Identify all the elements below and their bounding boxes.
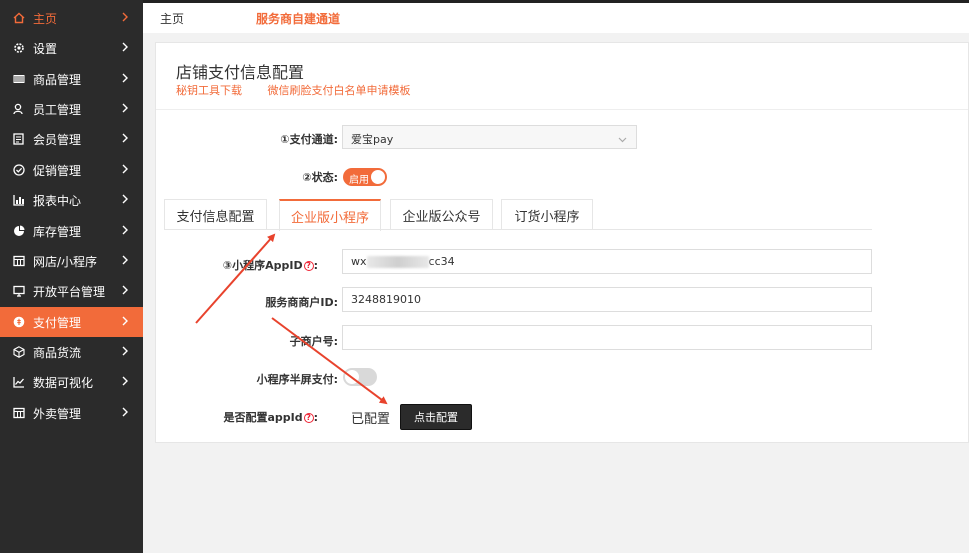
breadcrumb-current[interactable]: 服务商自建通道: [256, 10, 340, 27]
sidebar-item-data-visualization[interactable]: 数据可视化: [0, 367, 143, 397]
toggle-knob: [345, 370, 359, 384]
sidebar-item-label: 报表中心: [33, 193, 82, 208]
sidebar-item-home[interactable]: 主页: [0, 3, 143, 33]
chevron-right-icon: [121, 224, 131, 238]
bar-chart-icon: [12, 193, 26, 207]
whitelist-template-link[interactable]: 微信刷脸支付白名单申请模板: [268, 84, 411, 97]
payment-channel-select[interactable]: 爱宝pay: [342, 125, 637, 149]
cube-icon: [12, 345, 26, 359]
payment-channel-value: 爱宝pay: [351, 133, 394, 146]
sidebar-item-label: 设置: [33, 41, 58, 56]
chevron-right-icon: [121, 284, 131, 298]
monitor-icon: [12, 284, 26, 298]
sidebar: 主页 设置 商品管理 员工管理 会员管理 促销管理 报表中心 库存管理 网店/小: [0, 0, 143, 553]
redacted-blur: [366, 256, 429, 268]
appid-prefix: wx: [351, 255, 367, 268]
panel-links: 秘钥工具下载 微信刷脸支付白名单申请模板: [176, 82, 433, 98]
payment-config-panel: 店铺支付信息配置 秘钥工具下载 微信刷脸支付白名单申请模板 ①支付通道: 爱宝p…: [155, 42, 969, 443]
chevron-right-icon: [121, 41, 131, 55]
chevron-right-icon: [121, 132, 131, 146]
tab-enterprise-miniprogram[interactable]: 企业版小程序: [279, 199, 381, 231]
merchant-id-label: 服务商商户ID:: [265, 296, 338, 309]
tab-payment-info[interactable]: 支付信息配置: [164, 199, 267, 230]
appid-label: ③小程序AppID?:: [222, 259, 318, 272]
sidebar-item-label: 开放平台管理: [33, 284, 106, 299]
divider: [156, 109, 968, 110]
configured-appid-label-text: 是否配置appId: [223, 411, 303, 424]
configure-button[interactable]: 点击配置: [400, 404, 472, 430]
sidebar-item-shop-miniprogram[interactable]: 网店/小程序: [0, 246, 143, 276]
tab-order-miniprogram[interactable]: 订货小程序: [501, 199, 593, 230]
sidebar-item-settings[interactable]: 设置: [0, 33, 143, 63]
chevron-right-icon: [121, 375, 131, 389]
status-toggle-text: 启用: [349, 175, 369, 186]
chevron-right-icon: [121, 315, 131, 329]
top-bar: 主页 服务商自建通道: [143, 0, 969, 33]
help-icon[interactable]: ?: [303, 413, 314, 423]
appid-input[interactable]: wx cc34: [342, 249, 872, 274]
page-title: 店铺支付信息配置: [176, 63, 305, 82]
check-circle-icon: [12, 163, 26, 177]
line-chart-icon: [12, 375, 26, 389]
staff-icon: [12, 102, 26, 116]
sidebar-item-label: 员工管理: [33, 102, 82, 117]
sidebar-item-goods-flow[interactable]: 商品货流: [0, 337, 143, 367]
sidebar-item-label: 商品管理: [33, 72, 82, 87]
sidebar-item-label: 网店/小程序: [33, 254, 98, 269]
help-icon[interactable]: ?: [303, 261, 314, 271]
member-card-icon: [12, 132, 26, 146]
sidebar-item-label: 会员管理: [33, 132, 82, 147]
sub-merchant-label: 子商户号:: [289, 335, 338, 348]
toggle-knob: [371, 170, 385, 184]
key-tool-download-link[interactable]: 秘钥工具下载: [176, 84, 242, 97]
sidebar-item-open-platform[interactable]: 开放平台管理: [0, 276, 143, 306]
chevron-right-icon: [121, 345, 131, 359]
channel-label: ①支付通道:: [280, 133, 338, 146]
sidebar-item-takeout[interactable]: 外卖管理: [0, 398, 143, 428]
status-label: ②状态:: [302, 171, 338, 184]
home-icon: [12, 11, 26, 25]
gear-icon: [12, 41, 26, 55]
configured-status: 已配置: [351, 412, 391, 427]
sub-merchant-input[interactable]: [342, 325, 872, 350]
sidebar-item-members[interactable]: 会员管理: [0, 124, 143, 154]
status-toggle[interactable]: 启用: [343, 168, 387, 186]
configured-appid-label: 是否配置appId?:: [223, 411, 318, 424]
chevron-right-icon: [121, 102, 131, 116]
store-icon: [12, 254, 26, 268]
pie-chart-icon: [12, 224, 26, 238]
store-icon: [12, 406, 26, 420]
chevron-right-icon: [121, 11, 131, 25]
sidebar-item-label: 数据可视化: [33, 375, 94, 390]
payment-icon: [12, 315, 26, 329]
sidebar-item-reports[interactable]: 报表中心: [0, 185, 143, 215]
chevron-down-icon: [618, 133, 627, 146]
sidebar-item-label: 主页: [33, 11, 58, 26]
sidebar-item-label: 促销管理: [33, 163, 82, 178]
chevron-right-icon: [121, 72, 131, 86]
tab-underline: [164, 229, 872, 230]
sidebar-item-label: 支付管理: [33, 315, 82, 330]
merchant-id-input[interactable]: 3248819010: [342, 287, 872, 312]
sidebar-item-label: 外卖管理: [33, 406, 82, 421]
tab-enterprise-official-account[interactable]: 企业版公众号: [390, 199, 493, 230]
barcode-icon: [12, 72, 26, 86]
sidebar-item-payment[interactable]: 支付管理: [0, 307, 143, 337]
appid-label-text: ③小程序AppID: [222, 259, 303, 272]
sidebar-item-staff[interactable]: 员工管理: [0, 94, 143, 124]
sidebar-item-label: 库存管理: [33, 224, 82, 239]
appid-suffix: cc34: [428, 255, 455, 268]
halfscreen-pay-toggle[interactable]: [343, 368, 377, 386]
breadcrumb-home[interactable]: 主页: [160, 10, 184, 27]
chevron-right-icon: [121, 163, 131, 177]
sidebar-item-inventory[interactable]: 库存管理: [0, 216, 143, 246]
sidebar-item-label: 商品货流: [33, 345, 82, 360]
sidebar-item-promotions[interactable]: 促销管理: [0, 155, 143, 185]
chevron-right-icon: [121, 193, 131, 207]
sidebar-item-products[interactable]: 商品管理: [0, 64, 143, 94]
halfscreen-pay-label: 小程序半屏支付:: [256, 373, 338, 386]
